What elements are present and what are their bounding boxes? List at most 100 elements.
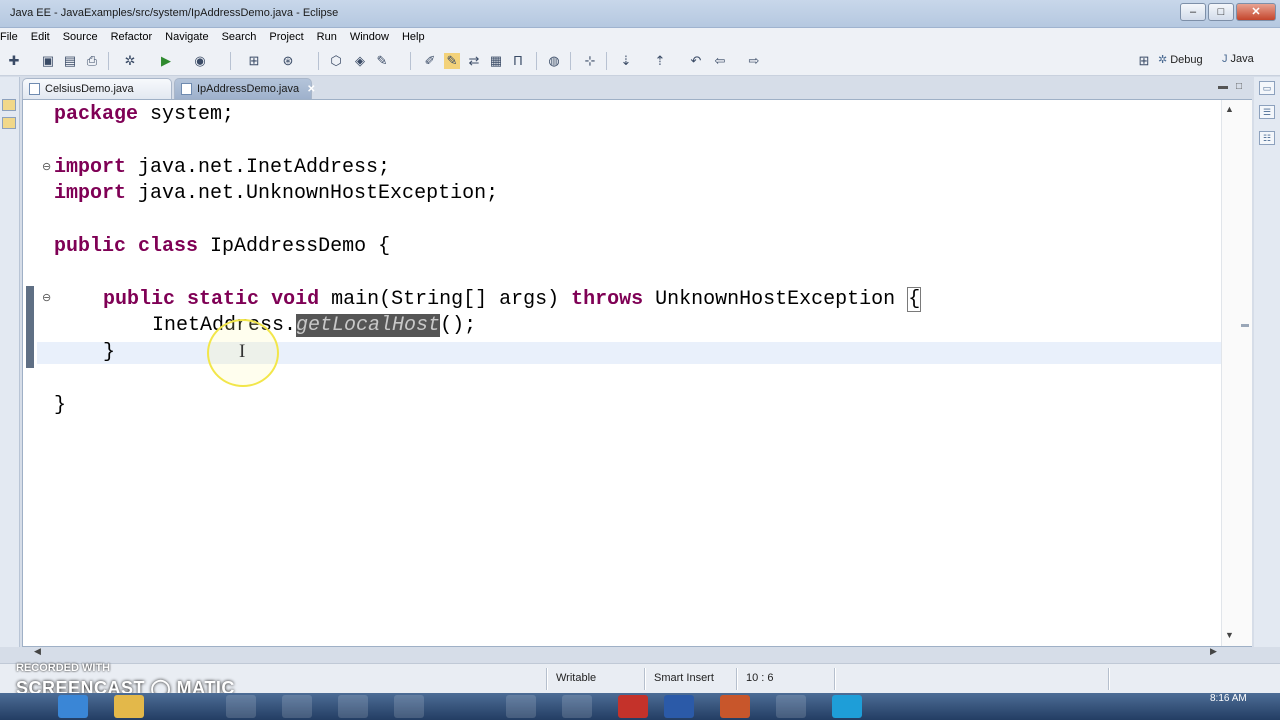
menu-navigate[interactable]: Navigate [159, 31, 215, 43]
menu-source[interactable]: Source [57, 31, 105, 43]
taskbar-app-icon[interactable] [338, 695, 368, 718]
taskbar-app-icon[interactable] [776, 695, 806, 718]
left-trim-panel [0, 77, 20, 647]
annotation-ruler [23, 100, 36, 646]
menu-help[interactable]: Help [396, 31, 432, 43]
project-explorer-icon[interactable] [2, 117, 16, 129]
task-list-icon[interactable]: ☷ [1259, 131, 1275, 145]
status-writable: Writable [556, 672, 597, 684]
scroll-left-icon[interactable]: ◀ [34, 646, 41, 657]
code-line-close-class: } [54, 394, 66, 418]
taskbar-app-icon[interactable] [562, 695, 592, 718]
run-icon[interactable]: ▶ [158, 53, 174, 69]
show-outline-icon[interactable]: Π [510, 53, 526, 69]
java-perspective-icon: J [1222, 53, 1228, 65]
previous-annotation-icon[interactable]: ⇡ [652, 53, 668, 69]
taskbar-app-icon[interactable] [282, 695, 312, 718]
ie-browser-icon[interactable] [58, 695, 88, 718]
keyword: import [54, 182, 127, 205]
restore-view-icon[interactable]: ▭ [1259, 81, 1275, 95]
minimize-editor-icon[interactable]: ▬ [1218, 81, 1228, 92]
file-explorer-icon[interactable] [114, 695, 144, 718]
maximize-editor-icon[interactable]: □ [1236, 81, 1242, 92]
print-icon[interactable]: ⎙ [84, 53, 100, 69]
menu-window[interactable]: Window [344, 31, 396, 43]
fold-imports-icon[interactable]: ⊖ [42, 160, 51, 173]
scroll-right-icon[interactable]: ▶ [1210, 646, 1217, 657]
code-line-close-method: } [103, 341, 115, 365]
code-line-package: package system; [54, 103, 234, 127]
perspective-java-label: Java [1230, 53, 1254, 65]
word-app-icon[interactable] [664, 695, 694, 718]
toggle-mark-occurrences-icon[interactable]: ✐ [422, 53, 438, 69]
keyword: public [103, 288, 176, 311]
save-icon[interactable]: ▣ [40, 53, 56, 69]
powerpoint-app-icon[interactable] [720, 695, 750, 718]
close-button[interactable]: ✕ [1236, 3, 1276, 21]
new-class-icon[interactable]: ⊛ [280, 53, 296, 69]
pin-editor-icon[interactable]: ⊹ [582, 53, 598, 69]
close-tab-icon[interactable]: ✕ [307, 84, 315, 95]
new-server-icon[interactable]: ⊞ [246, 53, 262, 69]
scroll-down-icon[interactable]: ▼ [1225, 630, 1234, 640]
code-editor[interactable]: ⊖ ⊖ package system; import java.net.Inet… [22, 99, 1252, 647]
menu-file[interactable]: File [0, 31, 25, 43]
keyword: static [187, 288, 260, 311]
status-separator [644, 668, 646, 690]
tab-ip-address-demo[interactable]: IpAddressDemo.java ✕ [174, 78, 316, 99]
taskbar-app-icon[interactable] [394, 695, 424, 718]
tab-celsius-demo[interactable]: CelsiusDemo.java [22, 78, 172, 99]
perspective-debug[interactable]: ✲ Debug [1158, 53, 1203, 66]
minimize-button[interactable]: – [1180, 3, 1206, 21]
perspective-java[interactable]: J Java [1222, 53, 1254, 65]
show-whitespace-icon[interactable]: ▦ [488, 53, 504, 69]
save-all-icon[interactable]: ▤ [62, 53, 78, 69]
eclipse-app-icon[interactable] [506, 695, 536, 718]
outline-view-icon[interactable]: ☰ [1259, 105, 1275, 119]
toolbar-separator [108, 52, 109, 70]
forward-icon[interactable]: ⇨ [746, 53, 762, 69]
external-tools-icon[interactable]: ◉ [192, 53, 208, 69]
block-selection-icon[interactable]: ⇄ [466, 53, 482, 69]
toggle-breadcrumb-icon[interactable]: ✎ [444, 53, 460, 69]
toolbar-separator [606, 52, 607, 70]
menu-project[interactable]: Project [263, 31, 310, 43]
web-browser-icon[interactable]: ◍ [546, 53, 562, 69]
chrome-browser-icon[interactable] [226, 695, 256, 718]
keyword: package [54, 103, 139, 126]
closing-brace: } [103, 341, 116, 364]
method-signature: main(String[] args) [319, 288, 572, 311]
editor-tabs: CelsiusDemo.java IpAddressDemo.java ✕ ▬ □ [22, 77, 1252, 99]
maximize-button[interactable]: □ [1208, 3, 1234, 21]
debug-icon[interactable]: ✲ [122, 53, 138, 69]
new-icon[interactable]: ✚ [6, 53, 22, 69]
package-explorer-icon[interactable] [2, 99, 16, 111]
fold-method-icon[interactable]: ⊖ [42, 291, 51, 304]
menu-refactor[interactable]: Refactor [105, 31, 160, 43]
acrobat-app-icon[interactable] [618, 695, 648, 718]
status-separator [546, 668, 548, 690]
code-line-main: public static void main(String[] args) t… [103, 287, 922, 312]
open-type-icon[interactable]: ⬡ [328, 53, 344, 69]
back-icon[interactable]: ⇦ [712, 53, 728, 69]
menu-search[interactable]: Search [216, 31, 264, 43]
closing-brace: } [54, 394, 67, 417]
scroll-up-icon[interactable]: ▲ [1225, 104, 1234, 114]
open-perspective-icon[interactable]: ⊞ [1136, 53, 1152, 69]
status-separator [736, 668, 738, 690]
java-file-icon [29, 83, 40, 95]
menu-run[interactable]: Run [311, 31, 344, 43]
toolbar-separator [410, 52, 411, 70]
open-task-icon[interactable]: ◈ [352, 53, 368, 69]
code-line-import-2: import java.net.UnknownHostException; [54, 182, 498, 206]
selected-method: getLocalHost [296, 314, 441, 337]
next-annotation-icon[interactable]: ⇣ [618, 53, 634, 69]
overview-marker[interactable] [1241, 324, 1249, 327]
debug-perspective-icon: ✲ [1158, 54, 1168, 66]
title-bar: Java EE - JavaExamples/src/system/IpAddr… [0, 0, 1280, 28]
last-edit-icon[interactable]: ↶ [688, 53, 704, 69]
skype-app-icon[interactable] [832, 695, 862, 718]
search-icon[interactable]: ✎ [374, 53, 390, 69]
keyword: class [138, 235, 199, 258]
menu-edit[interactable]: Edit [25, 31, 57, 43]
